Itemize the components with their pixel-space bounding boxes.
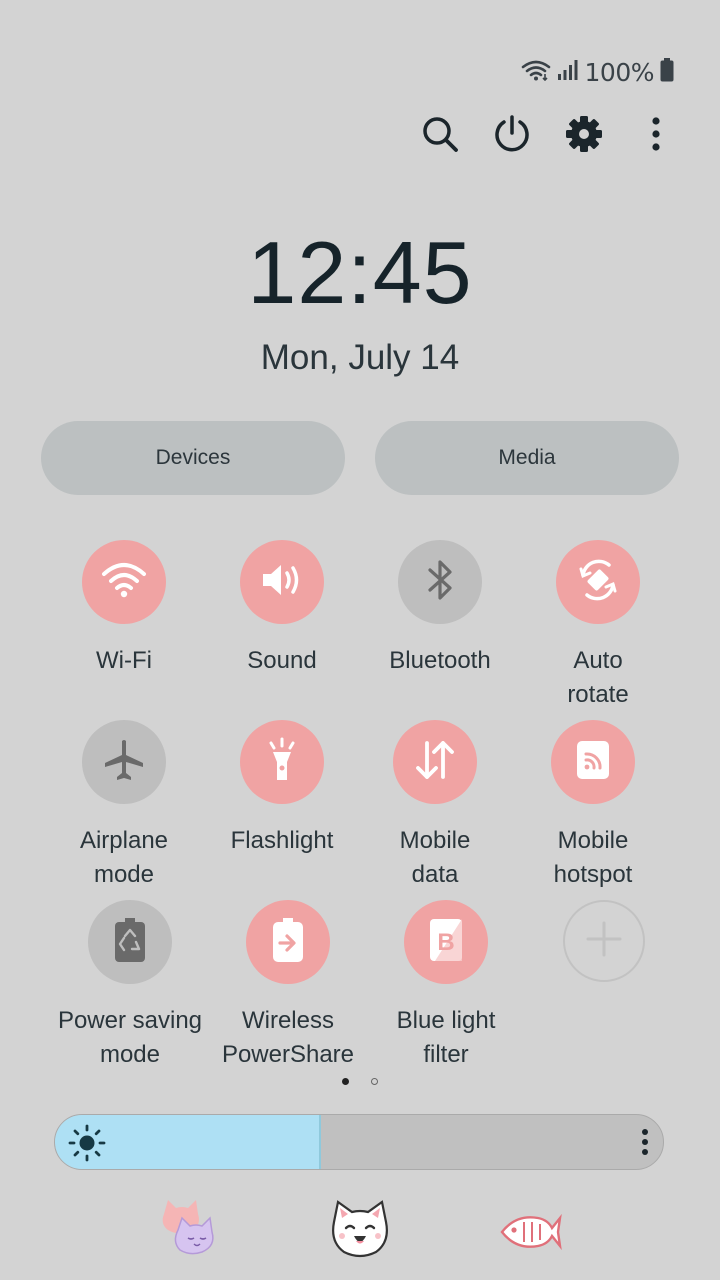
sun-icon (67, 1123, 107, 1167)
brightness-more-icon[interactable] (641, 1128, 649, 1160)
wifi-icon (101, 560, 147, 604)
power-button[interactable] (484, 108, 540, 164)
tile-wifi-toggle[interactable] (82, 540, 166, 624)
media-button[interactable]: Media (375, 421, 679, 495)
cats-icon (158, 1196, 222, 1264)
tile-label: Bluetooth (389, 647, 491, 674)
tile-wireless-powershare-toggle[interactable] (246, 900, 330, 984)
tile-label: Airplane mode (79, 827, 169, 888)
battery-icon (660, 58, 674, 86)
tile-label: Wireless PowerShare (221, 1007, 355, 1068)
power-saving-icon (112, 916, 148, 968)
tile-flashlight[interactable]: Flashlight (202, 720, 362, 858)
auto-rotate-icon (573, 555, 623, 609)
tile-flashlight-toggle[interactable] (240, 720, 324, 804)
flashlight-icon (262, 736, 302, 788)
search-button[interactable] (412, 108, 468, 164)
tile-add[interactable] (524, 900, 684, 982)
tile-label: Flashlight (230, 827, 334, 854)
wireless-powershare-icon (270, 916, 306, 968)
tile-wifi[interactable]: Wi-Fi (44, 540, 204, 678)
tile-mobile-data[interactable]: Mobile data (355, 720, 515, 892)
blue-light-filter-icon: B (427, 916, 465, 968)
hotspot-icon (573, 738, 613, 786)
tile-bluetooth-toggle[interactable] (398, 540, 482, 624)
cat-face-icon (328, 1198, 392, 1266)
tile-airplane-mode[interactable]: Airplane mode (44, 720, 204, 892)
mobile-data-icon (412, 737, 458, 787)
tile-airplane-mode-toggle[interactable] (82, 720, 166, 804)
speaker-icon (259, 560, 305, 604)
tile-power-saving-mode-toggle[interactable] (88, 900, 172, 984)
tile-blue-light-filter[interactable]: B Blue light filter (366, 900, 526, 1072)
clock-date[interactable]: Mon, July 14 (0, 338, 720, 378)
brightness-slider[interactable] (54, 1114, 664, 1170)
tile-blue-light-filter-toggle[interactable]: B (404, 900, 488, 984)
more-vertical-icon (650, 116, 662, 156)
add-tile-button[interactable] (563, 900, 645, 982)
status-bar: 100% (521, 54, 674, 90)
page-dot-active[interactable] (342, 1078, 349, 1085)
bluetooth-icon (425, 558, 455, 606)
tile-mobile-data-toggle[interactable] (393, 720, 477, 804)
tile-label: Blue light filter (396, 1007, 496, 1068)
page-indicator (0, 1078, 720, 1085)
tile-label: Sound (247, 647, 317, 674)
power-icon (492, 114, 532, 158)
tile-label: Mobile data (399, 827, 471, 888)
page-dot[interactable] (371, 1078, 378, 1085)
tile-wireless-powershare[interactable]: Wireless PowerShare (208, 900, 368, 1072)
devices-button[interactable]: Devices (41, 421, 345, 495)
tile-bluetooth[interactable]: Bluetooth (360, 540, 520, 678)
search-icon (420, 114, 460, 158)
tile-label: Mobile hotspot (553, 827, 633, 888)
tile-mobile-hotspot[interactable]: Mobile hotspot (513, 720, 673, 892)
airplane-icon (101, 737, 147, 787)
tile-label: Wi-Fi (96, 647, 152, 674)
tile-power-saving-mode[interactable]: Power saving mode (50, 900, 210, 1072)
signal-icon (557, 59, 579, 85)
settings-button[interactable] (556, 108, 612, 164)
clock-time[interactable]: 12:45 (0, 222, 720, 324)
more-options-button[interactable] (628, 108, 684, 164)
wifi-icon (521, 59, 551, 85)
tile-auto-rotate-toggle[interactable] (556, 540, 640, 624)
plus-icon (584, 919, 624, 963)
tile-auto-rotate[interactable]: Auto rotate (518, 540, 678, 712)
tile-label: Auto rotate (567, 647, 629, 708)
tile-sound-toggle[interactable] (240, 540, 324, 624)
svg-text:B: B (437, 929, 454, 956)
fish-icon (498, 1204, 562, 1264)
tile-label: Power saving mode (57, 1007, 203, 1068)
gear-icon (564, 114, 604, 158)
tile-sound[interactable]: Sound (202, 540, 362, 678)
tile-mobile-hotspot-toggle[interactable] (551, 720, 635, 804)
battery-percentage: 100% (584, 57, 655, 87)
